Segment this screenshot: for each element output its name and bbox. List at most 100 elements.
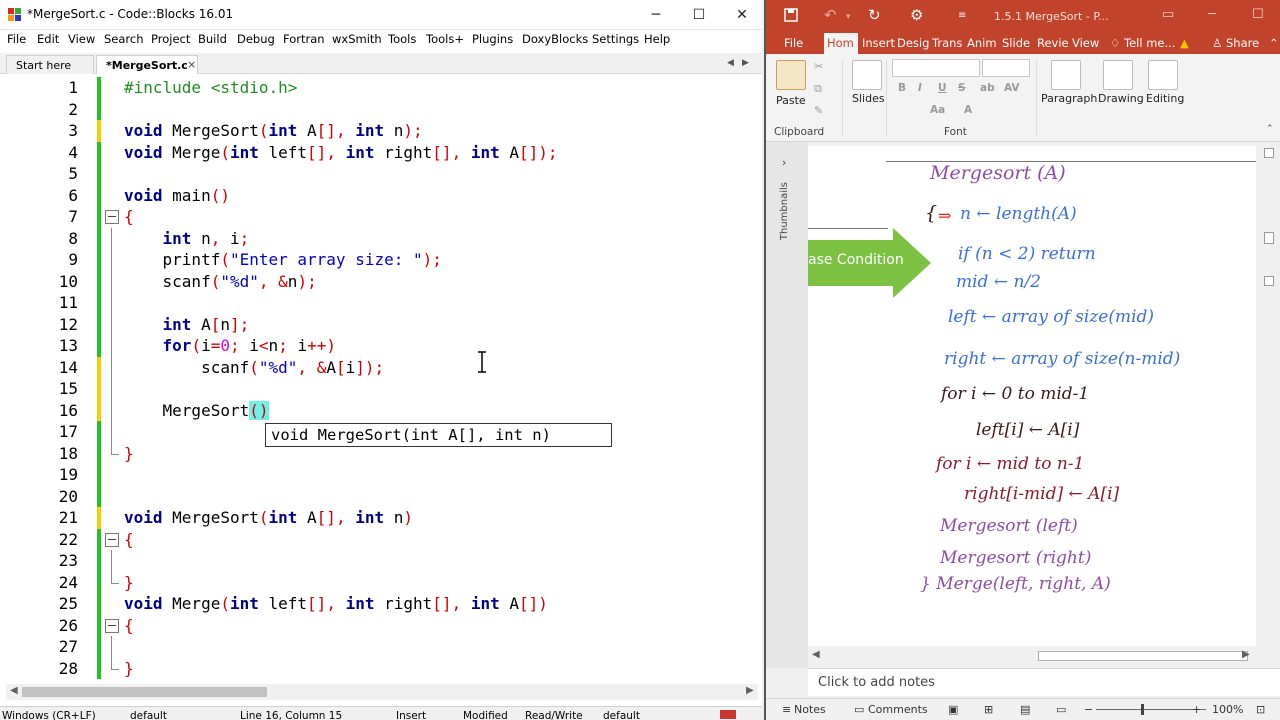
- ribbon-collapse-icon[interactable]: ⌃: [1269, 36, 1279, 50]
- fit-slide-icon[interactable]: ⊡: [1256, 703, 1265, 716]
- menu-fortran[interactable]: Fortran: [283, 32, 325, 46]
- scroll-left-icon[interactable]: ◀: [812, 649, 820, 660]
- scroll-right-icon[interactable]: ▶: [1242, 649, 1250, 660]
- tab-start-here[interactable]: Start here: [6, 55, 94, 74]
- ribbon-pin-icon[interactable]: ⌃: [1266, 124, 1274, 134]
- tab-slideshow[interactable]: Slide: [1002, 36, 1030, 50]
- tab-transitions[interactable]: Trans: [932, 36, 962, 50]
- tab-scroll-right-icon[interactable]: ▶: [742, 58, 749, 68]
- slide-vertical-scrollbar[interactable]: [1256, 146, 1280, 646]
- comments-button[interactable]: Comments: [868, 703, 928, 716]
- menu-settings[interactable]: Settings: [592, 32, 639, 46]
- present-icon[interactable]: ⚙: [910, 6, 923, 24]
- slideshow-view-icon[interactable]: ▭: [1056, 703, 1066, 716]
- tell-me-input[interactable]: Tell me...: [1124, 36, 1175, 50]
- font-color-button[interactable]: A: [964, 104, 972, 116]
- menu-build[interactable]: Build: [198, 32, 227, 46]
- paragraph-icon[interactable]: [1051, 60, 1081, 90]
- scroll-left-icon[interactable]: ◀: [10, 685, 18, 696]
- paste-icon[interactable]: [776, 60, 806, 90]
- menu-file[interactable]: File: [7, 32, 26, 46]
- tab-scroll-left-icon[interactable]: ◀: [727, 58, 734, 68]
- notes-button[interactable]: Notes: [794, 703, 826, 716]
- scroll-up-icon[interactable]: [1264, 148, 1274, 158]
- slides-icon[interactable]: [852, 60, 882, 90]
- menu-tools[interactable]: Tools: [388, 32, 416, 46]
- menu-plugins[interactable]: Plugins: [472, 32, 513, 46]
- menu-view[interactable]: View: [68, 32, 95, 46]
- editing-button[interactable]: Editing: [1146, 92, 1184, 105]
- tab-insert[interactable]: Insert: [862, 36, 895, 50]
- bold-button[interactable]: B: [898, 82, 906, 94]
- cut-icon[interactable]: ✂: [814, 60, 823, 73]
- font-name-select[interactable]: [892, 59, 980, 77]
- minimize-button[interactable]: ─: [634, 0, 678, 30]
- share-button[interactable]: Share: [1226, 36, 1259, 50]
- slide-horizontal-scrollbar[interactable]: ◀ ▶: [808, 648, 1256, 664]
- menu-debug[interactable]: Debug: [237, 32, 275, 46]
- redo-icon[interactable]: ↻: [868, 6, 881, 24]
- paste-button[interactable]: Paste: [776, 94, 806, 107]
- zoom-in-icon[interactable]: +: [1192, 703, 1201, 716]
- maximize-button[interactable]: ☐: [1252, 7, 1264, 22]
- scroll-thumb[interactable]: [1038, 651, 1248, 661]
- zoom-slider[interactable]: [1096, 709, 1206, 710]
- format-painter-icon[interactable]: ✎: [814, 104, 823, 117]
- normal-view-icon[interactable]: ▣: [948, 703, 958, 716]
- char-spacing-button[interactable]: AV: [1004, 82, 1020, 94]
- menu-search[interactable]: Search: [104, 32, 144, 46]
- change-case-button[interactable]: Aa: [930, 104, 945, 116]
- scroll-thumb[interactable]: [1264, 232, 1274, 244]
- undo-icon[interactable]: ↶: [824, 6, 837, 24]
- menu-tools-plus[interactable]: Tools+: [426, 32, 464, 46]
- paragraph-button[interactable]: Paragraph: [1041, 92, 1097, 105]
- drawing-icon[interactable]: [1103, 60, 1133, 90]
- fold-toggle-icon[interactable]: [105, 618, 119, 633]
- text-shadow-button[interactable]: ab: [980, 82, 995, 94]
- menu-edit[interactable]: Edit: [37, 32, 59, 46]
- zoom-slider-thumb[interactable]: [1141, 704, 1144, 715]
- italic-button[interactable]: I: [918, 82, 922, 94]
- tab-mergesort[interactable]: *MergeSort.c ×: [96, 55, 198, 74]
- save-icon[interactable]: [784, 8, 798, 22]
- minimize-button[interactable]: ─: [1208, 7, 1216, 22]
- tab-view[interactable]: View: [1072, 36, 1099, 50]
- fold-toggle-icon[interactable]: [105, 532, 119, 547]
- drawing-button[interactable]: Drawing: [1098, 92, 1144, 105]
- maximize-button[interactable]: ☐: [677, 0, 721, 30]
- fold-toggle-icon[interactable]: [105, 210, 119, 224]
- thumbnails-pane[interactable]: › Thumbnails: [766, 142, 808, 668]
- font-size-select[interactable]: [982, 59, 1030, 77]
- underline-button[interactable]: U: [938, 82, 947, 94]
- expand-thumbnails-icon[interactable]: ›: [782, 156, 786, 169]
- tab-close-icon[interactable]: ×: [187, 58, 196, 71]
- menu-project[interactable]: Project: [151, 32, 190, 46]
- ribbon-display-icon[interactable]: ▭: [1162, 7, 1174, 22]
- strikethrough-button[interactable]: S: [958, 82, 966, 94]
- slide-sorter-icon[interactable]: ⊞: [984, 703, 993, 716]
- editor-horizontal-scrollbar[interactable]: ◀ ▶: [6, 684, 758, 700]
- zoom-level[interactable]: 100%: [1212, 703, 1243, 716]
- search-icon[interactable]: [1148, 60, 1178, 90]
- zoom-out-icon[interactable]: −: [1084, 703, 1093, 716]
- menu-wxsmith[interactable]: wxSmith: [332, 32, 382, 46]
- tab-file[interactable]: File: [784, 36, 803, 50]
- close-button[interactable]: ✕: [720, 0, 764, 30]
- slide-canvas[interactable]: ase Condition Mergesort (A) { ⇒ n ← leng…: [808, 146, 1256, 646]
- copy-icon[interactable]: ⧉: [814, 82, 822, 96]
- tab-animations[interactable]: Anim: [967, 36, 997, 50]
- code-editor[interactable]: 1 #include <stdio.h> 2 3 void MergeSort(…: [0, 75, 762, 682]
- reading-view-icon[interactable]: ▤: [1020, 703, 1030, 716]
- customize-qat-icon[interactable]: ≡: [958, 10, 966, 21]
- undo-dropdown-icon[interactable]: ▾: [846, 12, 851, 22]
- notes-pane[interactable]: Click to add notes: [808, 668, 1280, 696]
- tab-design[interactable]: Desig: [897, 36, 929, 50]
- scroll-thumb[interactable]: [22, 687, 267, 697]
- slides-button[interactable]: Slides: [852, 92, 885, 105]
- tab-review[interactable]: Revie: [1037, 36, 1069, 50]
- scroll-right-icon[interactable]: ▶: [746, 685, 754, 696]
- tab-home[interactable]: Hom: [824, 33, 858, 54]
- scroll-down-icon[interactable]: [1264, 276, 1274, 286]
- menu-doxyblocks[interactable]: DoxyBlocks: [522, 32, 588, 46]
- menu-help[interactable]: Help: [644, 32, 670, 46]
